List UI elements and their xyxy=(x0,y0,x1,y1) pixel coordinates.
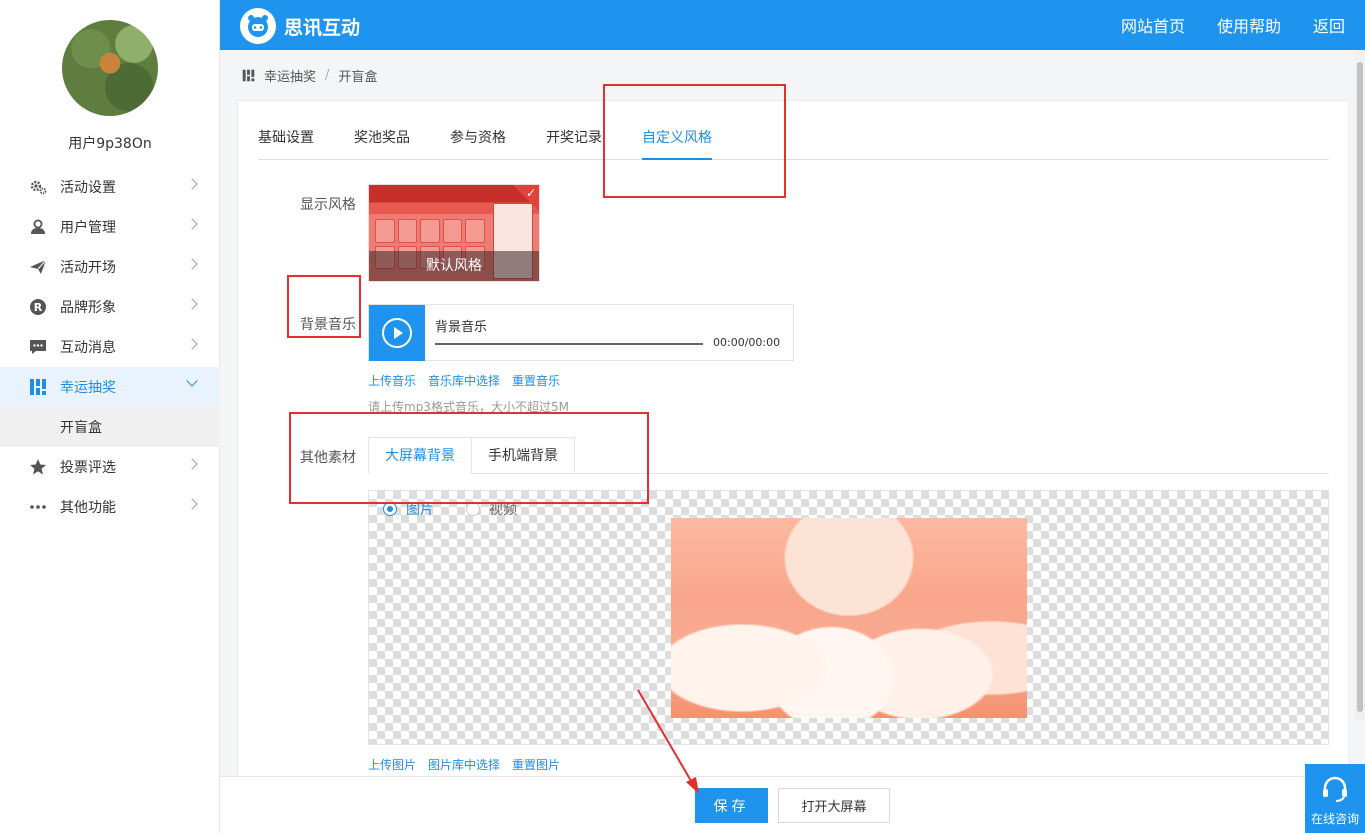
sidebar-item-activity-settings[interactable]: 活动设置 xyxy=(0,167,220,207)
background-image xyxy=(671,518,1027,718)
tab-custom-style[interactable]: 自定义风格 xyxy=(642,127,712,160)
breadcrumb: 幸运抽奖 / 开盲盒 xyxy=(242,66,377,85)
background-preview: 图片 视频 xyxy=(368,490,1329,745)
chevron-down-icon xyxy=(186,375,198,387)
checkmark-icon: ✓ xyxy=(525,186,536,200)
chevron-right-icon xyxy=(186,498,198,510)
paper-plane-icon xyxy=(29,258,47,276)
breadcrumb-current: 开盲盒 xyxy=(338,70,378,85)
sidebar-item-label: 品牌形象 xyxy=(60,300,116,316)
style-name: 默认风格 xyxy=(369,251,539,281)
nav-help-link[interactable]: 使用帮助 xyxy=(1217,13,1281,37)
tab-prize-pool[interactable]: 奖池奖品 xyxy=(354,127,410,160)
media-type-radio-group: 图片 视频 xyxy=(383,499,549,519)
reset-music-link[interactable]: 重置音乐 xyxy=(512,372,560,389)
consult-label: 在线咨询 xyxy=(1310,812,1359,826)
sidebar-subitem-blind-box[interactable]: 开盲盒 xyxy=(0,407,220,447)
material-tabs: 大屏幕背景 手机端背景 xyxy=(368,437,1329,474)
lottery-icon xyxy=(29,378,47,396)
main-panel: 基础设置 奖池奖品 参与资格 开奖记录 自定义风格 显示风格 默认风格 ✓ 背景… xyxy=(237,100,1349,780)
image-links: 上传图片 图片库中选择 重置图片 xyxy=(368,756,572,773)
reset-image-link[interactable]: 重置图片 xyxy=(512,756,560,773)
tab-basic-settings[interactable]: 基础设置 xyxy=(258,127,314,160)
top-nav: 网站首页 使用帮助 返回 xyxy=(1089,0,1345,50)
radio-video-label[interactable]: 视频 xyxy=(489,499,517,519)
chevron-right-icon xyxy=(186,458,198,470)
open-big-screen-button[interactable]: 打开大屏幕 xyxy=(778,788,890,823)
scrollbar-thumb[interactable] xyxy=(1357,62,1363,712)
sidebar-item-brand-image[interactable]: R 品牌形象 xyxy=(0,287,220,327)
sidebar-item-user-management[interactable]: 用户管理 xyxy=(0,207,220,247)
image-library-link[interactable]: 图片库中选择 xyxy=(428,756,500,773)
sidebar-item-voting[interactable]: 投票评选 xyxy=(0,447,220,487)
sidebar-item-label: 活动开场 xyxy=(60,260,116,276)
material-label: 其他素材 xyxy=(300,450,356,466)
sidebar-item-label: 互动消息 xyxy=(60,340,116,356)
headset-icon xyxy=(1320,774,1350,804)
username: 用户9p38On xyxy=(68,136,152,152)
page-scrollbar[interactable] xyxy=(1355,50,1365,720)
registered-icon: R xyxy=(29,298,47,316)
sidebar-item-label: 投票评选 xyxy=(60,460,116,476)
chat-icon xyxy=(29,338,47,356)
nav-home-link[interactable]: 网站首页 xyxy=(1121,13,1185,37)
gear-icon xyxy=(29,178,47,196)
brand-name: 思讯互动 xyxy=(284,16,361,39)
top-header: 思讯互动 网站首页 使用帮助 返回 xyxy=(220,0,1365,50)
music-time: 00:00/00:00 xyxy=(713,336,781,349)
brand-logo[interactable]: 思讯互动 xyxy=(240,8,360,44)
music-progress-bar[interactable] xyxy=(435,343,703,345)
user-icon xyxy=(29,218,47,236)
chevron-right-icon xyxy=(186,178,198,190)
avatar[interactable] xyxy=(62,20,158,116)
upload-image-link[interactable]: 上传图片 xyxy=(368,756,416,773)
music-hint: 请上传mp3格式音乐，大小不超过5M xyxy=(368,400,569,414)
play-button[interactable] xyxy=(369,305,425,361)
breadcrumb-parent[interactable]: 幸运抽奖 xyxy=(264,66,316,85)
sidebar-item-other-functions[interactable]: 其他功能 xyxy=(0,487,220,527)
upload-music-link[interactable]: 上传音乐 xyxy=(368,372,416,389)
more-icon xyxy=(29,498,47,516)
tab-big-screen-bg[interactable]: 大屏幕背景 xyxy=(368,437,472,474)
sidebar-item-label: 活动设置 xyxy=(60,180,116,196)
nav-back-link[interactable]: 返回 xyxy=(1313,13,1345,37)
chevron-right-icon xyxy=(186,298,198,310)
settings-tabs: 基础设置 奖池奖品 参与资格 开奖记录 自定义风格 xyxy=(258,127,1329,160)
action-bar: 保存 打开大屏幕 xyxy=(220,776,1365,833)
chevron-right-icon xyxy=(186,258,198,270)
sidebar-menu: 活动设置 用户管理 活动开场 R 品牌形象 互动消息 幸运抽奖 开盲盒 投票评选… xyxy=(0,167,220,527)
music-player: 背景音乐 00:00/00:00 xyxy=(368,304,794,361)
play-icon xyxy=(381,317,413,349)
music-title: 背景音乐 xyxy=(435,320,488,335)
sidebar-item-label: 其他功能 xyxy=(60,500,116,516)
sidebar-item-label: 幸运抽奖 xyxy=(60,380,116,396)
music-library-link[interactable]: 音乐库中选择 xyxy=(428,372,500,389)
music-label: 背景音乐 xyxy=(300,317,356,333)
save-button[interactable]: 保存 xyxy=(695,788,768,823)
style-label: 显示风格 xyxy=(300,197,356,213)
radio-video[interactable] xyxy=(466,502,480,516)
sidebar-item-lucky-draw[interactable]: 幸运抽奖 xyxy=(0,367,220,407)
star-icon xyxy=(29,458,47,476)
tab-draw-records[interactable]: 开奖记录 xyxy=(546,127,602,160)
radio-image[interactable] xyxy=(383,502,397,516)
radio-image-label[interactable]: 图片 xyxy=(406,499,434,519)
robot-logo-icon xyxy=(240,8,276,44)
sidebar: 用户9p38On 活动设置 用户管理 活动开场 R 品牌形象 互动消息 幸运抽奖… xyxy=(0,0,220,833)
chevron-right-icon xyxy=(186,218,198,230)
music-links: 上传音乐 音乐库中选择 重置音乐 xyxy=(368,372,572,389)
svg-text:R: R xyxy=(34,301,43,314)
style-thumbnail-default[interactable]: 默认风格 ✓ xyxy=(368,184,540,282)
online-consult-button[interactable]: 在线咨询 xyxy=(1305,764,1365,833)
sidebar-item-label: 用户管理 xyxy=(60,220,116,236)
breadcrumb-separator: / xyxy=(325,68,330,83)
tab-eligibility[interactable]: 参与资格 xyxy=(450,127,506,160)
tab-mobile-bg[interactable]: 手机端背景 xyxy=(471,437,575,474)
lottery-icon xyxy=(242,69,255,82)
sidebar-item-activity-opening[interactable]: 活动开场 xyxy=(0,247,220,287)
sidebar-item-interactive-messages[interactable]: 互动消息 xyxy=(0,327,220,367)
chevron-right-icon xyxy=(186,338,198,350)
